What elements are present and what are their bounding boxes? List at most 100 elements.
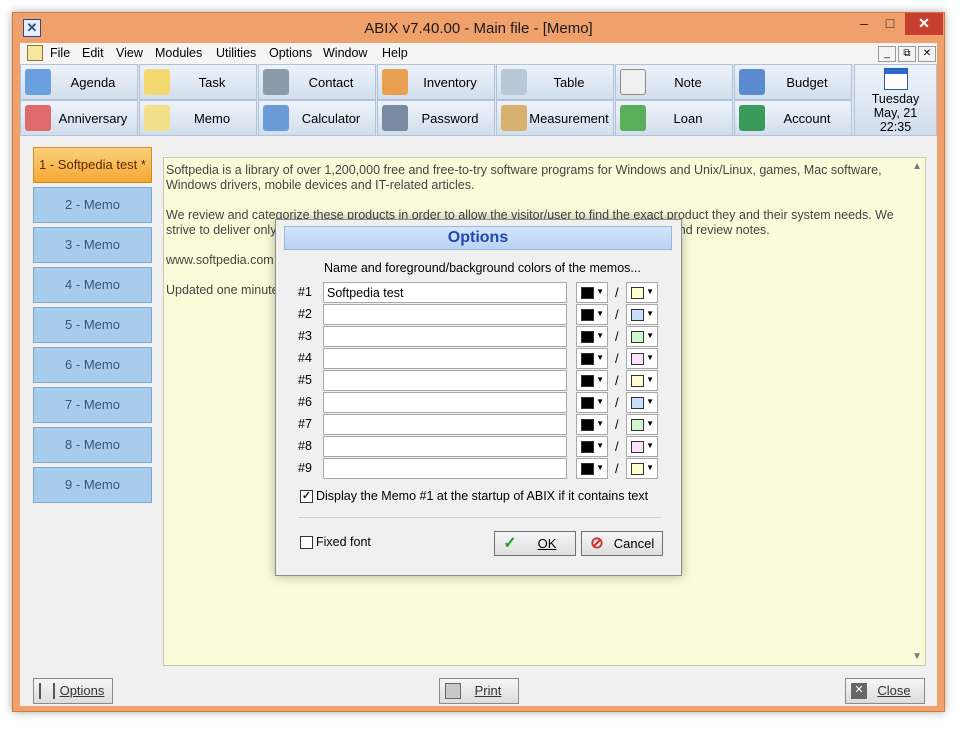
loan-button[interactable]: Loan: [615, 100, 733, 136]
memo-tab-1[interactable]: 1 - Softpedia test *: [33, 147, 152, 183]
background-color-picker[interactable]: ▼: [626, 282, 658, 303]
menu-window[interactable]: Window: [323, 46, 367, 60]
password-button[interactable]: Password: [377, 100, 495, 136]
foreground-color-picker[interactable]: ▼: [576, 370, 608, 391]
mdi-restore-button[interactable]: ⧉: [898, 46, 916, 62]
print-button[interactable]: Print: [439, 678, 519, 704]
memo-tab-2[interactable]: 2 - Memo: [33, 187, 152, 223]
cancel-circle-icon: ⊘: [590, 535, 604, 552]
mdi-minimize-button[interactable]: _: [878, 46, 896, 62]
background-color-picker[interactable]: ▼: [626, 326, 658, 347]
menu-file[interactable]: File: [50, 46, 70, 60]
close-window-button[interactable]: ✕: [905, 13, 943, 35]
date-day: Tuesday: [871, 92, 920, 106]
memo-name-input[interactable]: [323, 304, 567, 325]
inventory-button[interactable]: Inventory: [377, 64, 495, 100]
menu-help[interactable]: Help: [382, 46, 408, 60]
color-separator: /: [615, 351, 619, 366]
dropdown-arrow-icon: ▼: [646, 419, 654, 428]
memo-name-input[interactable]: [323, 348, 567, 369]
background-color-picker[interactable]: ▼: [626, 348, 658, 369]
memo-row-number: #9: [298, 461, 312, 475]
background-color-picker[interactable]: ▼: [626, 392, 658, 413]
dialog-header: Name and foreground/background colors of…: [324, 261, 641, 275]
memo-row-number: #3: [298, 329, 312, 343]
close-button[interactable]: ✕ Close: [845, 678, 925, 704]
memo-name-input[interactable]: [323, 370, 567, 391]
anniversary-button[interactable]: Anniversary: [20, 100, 138, 136]
memo-name-input[interactable]: [323, 326, 567, 347]
scroll-down-icon[interactable]: ▼: [912, 651, 922, 662]
background-color-picker[interactable]: ▼: [626, 304, 658, 325]
table-button[interactable]: Table: [496, 64, 614, 100]
memo-tab-6[interactable]: 6 - Memo: [33, 347, 152, 383]
date-button[interactable]: Tuesday May, 21 22:35: [854, 64, 937, 136]
background-color-picker[interactable]: ▼: [626, 436, 658, 457]
agenda-button[interactable]: Agenda: [20, 64, 138, 100]
background-color-picker[interactable]: ▼: [626, 414, 658, 435]
color-swatch: [631, 309, 644, 321]
date-date: May, 21: [873, 106, 918, 120]
mdi-close-button[interactable]: ✕: [918, 46, 936, 62]
menu-utilities[interactable]: Utilities: [216, 46, 256, 60]
background-color-picker[interactable]: ▼: [626, 370, 658, 391]
foreground-color-picker[interactable]: ▼: [576, 392, 608, 413]
dropdown-arrow-icon: ▼: [646, 353, 654, 362]
memo-name-input[interactable]: [323, 282, 567, 303]
options-dialog: Options Name and foreground/background c…: [275, 219, 682, 576]
memo-tab-3[interactable]: 3 - Memo: [33, 227, 152, 263]
calculator-label: Calculator: [301, 111, 361, 126]
foreground-color-picker[interactable]: ▼: [576, 458, 608, 479]
memo-button[interactable]: Memo: [139, 100, 257, 136]
ok-button[interactable]: ✓ OK: [494, 531, 576, 556]
calculator-button[interactable]: Calculator: [258, 100, 376, 136]
contact-button[interactable]: Contact: [258, 64, 376, 100]
ok-button-label: OK: [537, 536, 557, 551]
memo-tab-8[interactable]: 8 - Memo: [33, 427, 152, 463]
foreground-color-picker[interactable]: ▼: [576, 304, 608, 325]
memo-tab-9[interactable]: 9 - Memo: [33, 467, 152, 503]
menu-bar: File Edit View Modules Utilities Options…: [20, 43, 937, 64]
minimize-button[interactable]: –: [851, 13, 877, 35]
memo-name-input[interactable]: [323, 458, 567, 479]
task-button[interactable]: Task: [139, 64, 257, 100]
budget-button[interactable]: Budget: [734, 64, 852, 100]
note-button[interactable]: Note: [615, 64, 733, 100]
dialog-title[interactable]: Options: [284, 226, 672, 250]
dropdown-arrow-icon: ▼: [596, 463, 604, 472]
background-color-picker[interactable]: ▼: [626, 458, 658, 479]
memo-row-number: #2: [298, 307, 312, 321]
memo-row-number: #7: [298, 417, 312, 431]
scroll-up-icon[interactable]: ▲: [912, 161, 922, 172]
measurement-button[interactable]: Measurement: [496, 100, 614, 136]
menu-edit[interactable]: Edit: [82, 46, 104, 60]
memo-tab-7[interactable]: 7 - Memo: [33, 387, 152, 423]
startup-checkbox[interactable]: ✓: [300, 490, 313, 503]
foreground-color-picker[interactable]: ▼: [576, 436, 608, 457]
fixed-font-checkbox[interactable]: [300, 536, 313, 549]
menu-options[interactable]: Options: [269, 46, 312, 60]
memo-name-input[interactable]: [323, 392, 567, 413]
account-button[interactable]: Account: [734, 100, 852, 136]
foreground-color-picker[interactable]: ▼: [576, 414, 608, 435]
memo-tab-5[interactable]: 5 - Memo: [33, 307, 152, 343]
table-grid-icon: [501, 69, 527, 95]
memo-tab-4[interactable]: 4 - Memo: [33, 267, 152, 303]
anniversary-balloons-icon: [25, 105, 51, 131]
maximize-button[interactable]: □: [877, 13, 903, 35]
memo-doc-icon[interactable]: [27, 45, 43, 61]
title-bar[interactable]: ✕ ABIX v7.40.00 - Main file - [Memo] – □…: [13, 13, 944, 43]
fixed-font-label: Fixed font: [316, 535, 371, 549]
foreground-color-picker[interactable]: ▼: [576, 348, 608, 369]
memo-name-input[interactable]: [323, 414, 567, 435]
menu-modules[interactable]: Modules: [155, 46, 202, 60]
menu-view[interactable]: View: [116, 46, 143, 60]
memo-name-input[interactable]: [323, 436, 567, 457]
options-button[interactable]: Options: [33, 678, 113, 704]
cancel-button[interactable]: ⊘ Cancel: [581, 531, 663, 556]
dropdown-arrow-icon: ▼: [596, 331, 604, 340]
contact-book-icon: [263, 69, 289, 95]
agenda-label: Agenda: [70, 75, 116, 90]
foreground-color-picker[interactable]: ▼: [576, 282, 608, 303]
foreground-color-picker[interactable]: ▼: [576, 326, 608, 347]
